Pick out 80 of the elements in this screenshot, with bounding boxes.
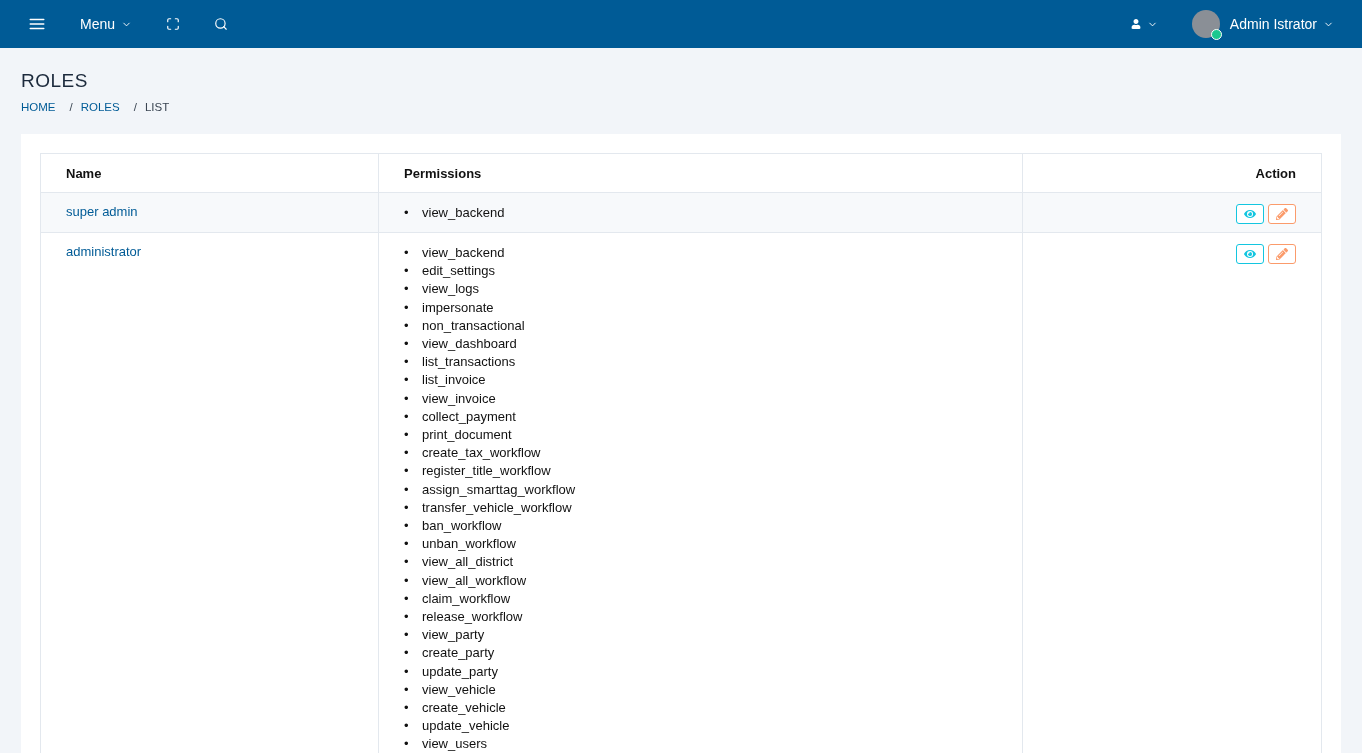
- permission-item: edit_settings: [422, 262, 495, 281]
- bullet-mark: •: [404, 699, 410, 718]
- bullet-mark: •: [404, 662, 410, 681]
- bullet-mark: •: [404, 298, 410, 317]
- user-icon: [1130, 19, 1141, 29]
- permission-item: view_all_workflow: [422, 571, 527, 590]
- permission-item: non_transactional: [422, 316, 525, 335]
- bullet-mark: •: [404, 353, 410, 372]
- bullet-mark: •: [404, 335, 410, 353]
- breadcrumb-separator: /: [133, 100, 137, 114]
- bullet-mark: •: [404, 389, 410, 408]
- bullet-mark: •: [404, 644, 410, 663]
- permission-item: release_workflow: [422, 608, 523, 627]
- permission-item: collect_payment: [422, 407, 516, 426]
- permission-item: view_dashboard: [422, 335, 517, 353]
- online-status-dot: [1210, 29, 1222, 40]
- eye-icon: [1244, 208, 1256, 220]
- role-link[interactable]: administrator: [66, 244, 142, 259]
- permission-item: view_invoice: [422, 389, 496, 408]
- permission-item: view_vehicle: [422, 680, 496, 699]
- permission-item: view_all_district: [422, 553, 514, 572]
- permission-item: list_transactions: [422, 353, 516, 372]
- column-header: Name: [40, 153, 379, 193]
- bullet-mark: •: [404, 517, 410, 536]
- bullet-mark: •: [404, 589, 410, 608]
- user-menu[interactable]: Admin Istrator: [1183, 10, 1342, 38]
- bullet-mark: •: [404, 735, 410, 753]
- breadcrumb-link[interactable]: HOME: [21, 100, 56, 114]
- fullscreen-icon: [166, 17, 181, 31]
- breadcrumb-current: LIST: [144, 100, 170, 114]
- permission-item: transfer_vehicle_workflow: [422, 498, 572, 517]
- bullet-mark: •: [404, 480, 410, 499]
- bullet-mark: •: [404, 498, 410, 517]
- permission-item: ban_workflow: [422, 517, 502, 536]
- permission-item: impersonate: [422, 298, 494, 317]
- bullet-mark: •: [404, 462, 410, 481]
- bullet-mark: •: [404, 717, 410, 736]
- pencil-icon: [1276, 208, 1288, 220]
- bullet-mark: •: [404, 444, 410, 463]
- permission-item: register_title_workflow: [422, 462, 551, 481]
- bullet-mark: •: [404, 626, 410, 645]
- bullet-mark: •: [404, 262, 410, 281]
- pencil-icon: [1276, 248, 1288, 260]
- bullet-mark: •: [404, 571, 410, 590]
- bullet-mark: •: [404, 553, 410, 572]
- permission-item: create_party: [422, 644, 495, 663]
- permission-item: create_tax_workflow: [422, 444, 541, 463]
- column-header: Permissions: [378, 153, 1023, 193]
- user-name: Admin Istrator: [1229, 16, 1317, 32]
- permission-item: create_vehicle: [422, 699, 506, 718]
- permission-item: list_invoice: [422, 371, 486, 390]
- search-icon: [214, 17, 229, 31]
- permission-item: view_backend: [422, 204, 505, 222]
- page-title: ROLES: [21, 70, 89, 92]
- bullet-mark: •: [404, 407, 410, 426]
- eye-icon: [1244, 248, 1256, 260]
- permission-item: view_logs: [422, 280, 480, 299]
- permission-item: update_party: [422, 662, 498, 681]
- menu-dropdown[interactable]: Menu: [72, 16, 141, 32]
- permission-item: view_party: [422, 626, 485, 645]
- breadcrumb-link[interactable]: ROLES: [80, 100, 120, 114]
- role-link[interactable]: super admin: [66, 204, 138, 219]
- bullet-mark: •: [404, 204, 410, 222]
- column-header: Action: [1022, 153, 1322, 193]
- bullet-mark: •: [404, 680, 410, 699]
- bullet-mark: •: [404, 244, 410, 262]
- permission-item: unban_workflow: [422, 535, 516, 554]
- permission-item: assign_smarttag_workflow: [422, 480, 576, 499]
- permission-item: view_backend: [422, 244, 505, 262]
- permission-item: claim_workflow: [422, 589, 511, 608]
- permission-item: view_users: [422, 735, 488, 753]
- permission-item: print_document: [422, 426, 512, 445]
- bullet-mark: •: [404, 280, 410, 299]
- bullet-mark: •: [404, 535, 410, 554]
- bullet-mark: •: [404, 316, 410, 335]
- bullet-mark: •: [404, 371, 410, 390]
- permission-item: update_vehicle: [422, 717, 510, 736]
- bullet-mark: •: [404, 426, 410, 445]
- breadcrumb-separator: /: [69, 100, 73, 114]
- bullet-mark: •: [404, 608, 410, 627]
